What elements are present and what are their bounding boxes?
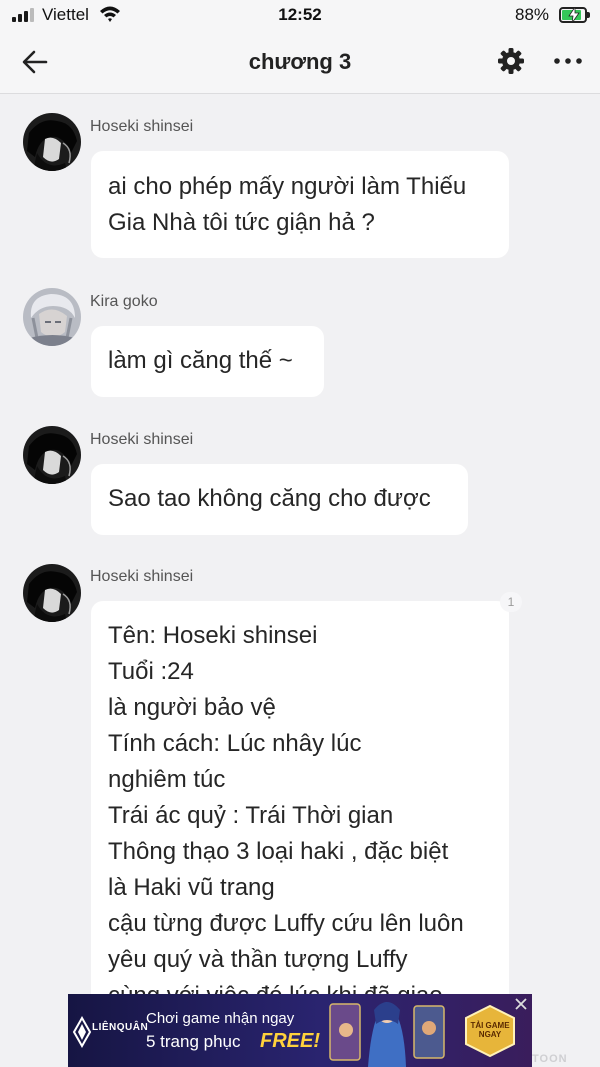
message-bubble[interactable]: Tên: Hoseki shinsei Tuổi :24 là người bả… [91,601,509,1021]
message-bubble[interactable]: ai cho phép mấy người làm Thiếu Gia Nhà … [91,151,509,258]
message-line: Tính cách: Lúc nhây lúc [108,730,362,757]
reply-count-badge[interactable]: 1 [500,592,522,612]
message-line: Gia Nhà tôi tức giận hả ? [108,209,375,236]
ad-brand: LIÊNQUÂN [92,1022,149,1033]
close-icon[interactable] [515,998,527,1010]
message-line: làm gì căng thế ~ [108,347,293,374]
message-line: Sao tao không căng cho được [108,485,431,512]
message-line: cậu từng được Luffy cứu lên luôn [108,910,464,937]
message-line: Thông thạo 3 loại haki , đặc biệt [108,838,449,865]
gear-icon[interactable] [496,46,526,76]
ad-headline: Chơi game nhận ngay [146,1010,295,1027]
ad-cta-label: TẢI GAME NGAY [470,1021,510,1039]
watermark: TOON [532,1053,568,1065]
message-line: Tên: Hoseki shinsei [108,622,318,649]
message-line: Trái ác quỷ : Trái Thời gian [108,802,394,829]
sender-name: Hoseki shinsei [90,568,194,585]
message-line: là người bảo vệ [108,694,276,721]
more-dots-icon[interactable] [552,48,584,74]
message-line: nghiêm túc [108,766,226,793]
message-line: là Haki vũ trang [108,874,275,901]
avatar[interactable] [23,288,81,346]
message-bubble[interactable]: làm gì căng thế ~ [91,326,324,397]
sender-name: Hoseki shinsei [90,118,194,135]
battery-charging-icon [559,7,590,23]
avatar[interactable] [23,564,81,622]
message-line: Tuổi :24 [108,658,194,685]
ad-banner[interactable]: LIÊNQUÂN Chơi game nhận ngay 5 trang phụ… [68,994,532,1067]
status-bar: Viettel 12:52 88% [0,0,600,30]
clock: 12:52 [278,5,322,24]
sender-name: Hoseki shinsei [90,431,194,448]
avatar[interactable] [23,113,81,171]
ad-free-label: FREE! [260,1030,320,1052]
message-bubble[interactable]: Sao tao không căng cho được [91,464,468,535]
nav-header: chương 3 [0,30,600,94]
battery-percent: 88% [515,5,550,24]
message-line: ai cho phép mấy người làm Thiếu [108,173,467,200]
ad-download-button[interactable]: TẢI GAME NGAY [462,1004,518,1058]
ad-subline: 5 trang phục [146,1032,241,1051]
avatar[interactable] [23,426,81,484]
sender-name: Kira goko [90,293,158,310]
message-line: yêu quý và thần tượng Luffy [108,946,408,973]
